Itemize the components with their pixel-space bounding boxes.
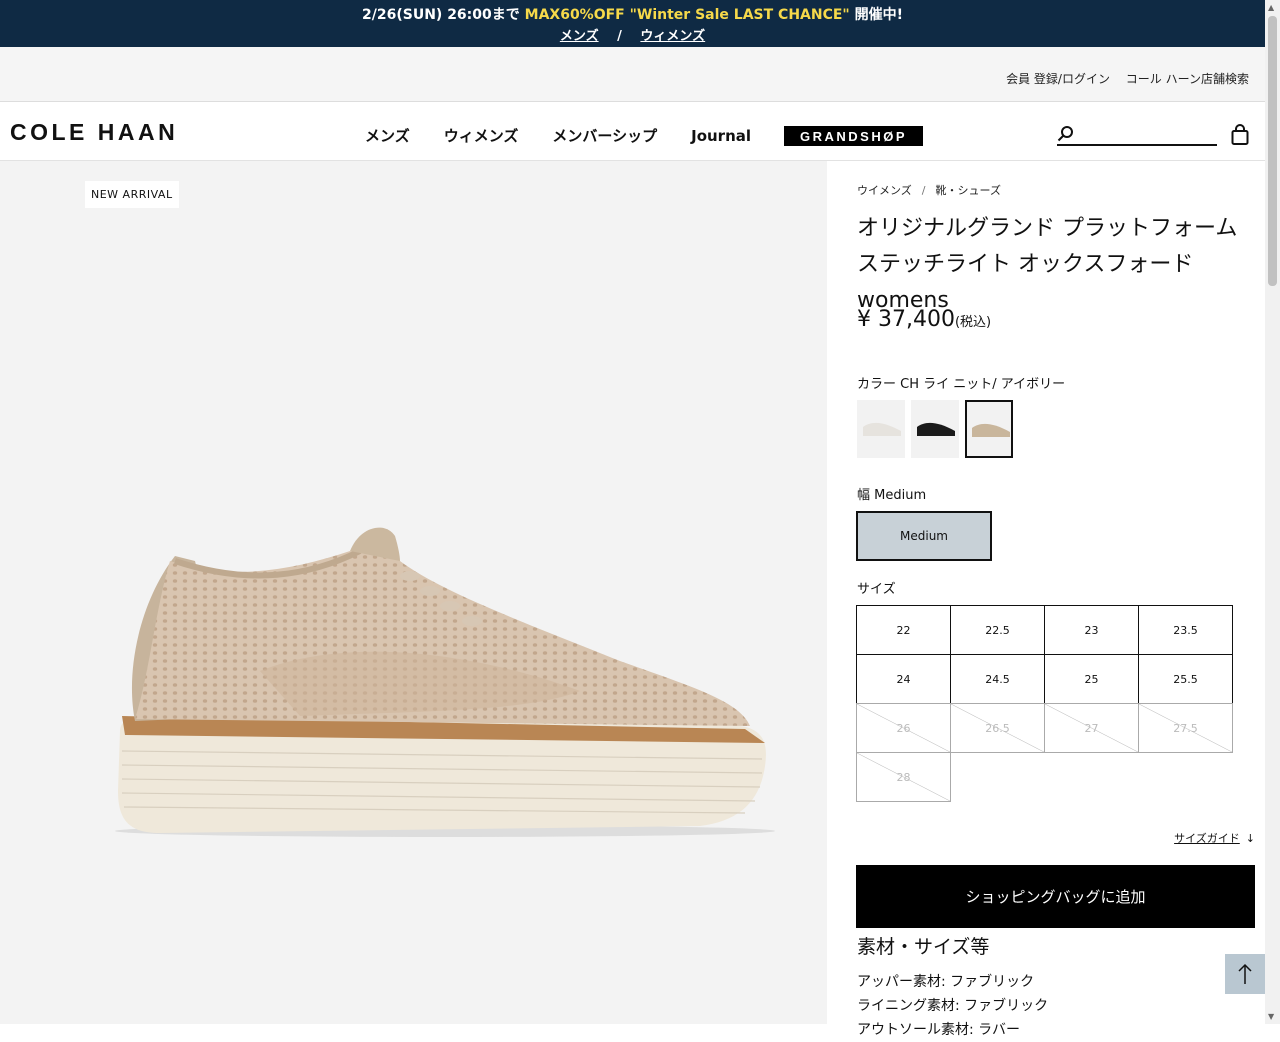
- promo-link-womens[interactable]: ウィメンズ: [640, 29, 705, 44]
- price-tax-note: (税込): [954, 315, 992, 330]
- promo-text: 2/26(SUN) 26:00まで MAX60%OFF "Winter Sale…: [0, 4, 1265, 24]
- promo-suffix: 開催中!: [849, 7, 903, 23]
- page-scrollbar[interactable]: ▲ ▼: [1265, 0, 1280, 1024]
- nav-item-membership[interactable]: メンバーシップ: [552, 125, 657, 146]
- shopping-bag-icon[interactable]: [1231, 124, 1249, 146]
- search-icon[interactable]: [1057, 125, 1075, 143]
- size-guide-label: サイズガイド: [1174, 832, 1240, 845]
- scroll-down-icon[interactable]: ▼: [1268, 1012, 1274, 1021]
- nav-item-grandshop[interactable]: GRANDSHØP: [784, 125, 924, 146]
- size-option-23[interactable]: 23: [1044, 605, 1139, 655]
- back-to-top-button[interactable]: [1225, 954, 1265, 994]
- color-swatches: [857, 400, 1019, 458]
- swatch-shoe-image: [863, 422, 901, 436]
- size-option-28: 28: [856, 752, 951, 802]
- utility-bar: 会員 登録/ログイン コール ハーン店舗検索: [0, 47, 1265, 102]
- size-label: サイズ: [857, 582, 896, 597]
- breadcrumb-womens[interactable]: ウイメンズ: [857, 184, 912, 197]
- width-option-medium[interactable]: Medium: [856, 511, 992, 561]
- product-title: オリジナルグランド プラットフォーム ステッチライト オックスフォード wome…: [857, 216, 1238, 313]
- search-input[interactable]: [1079, 124, 1215, 144]
- price-value: ¥ 37,400: [857, 307, 955, 332]
- product-image: [115, 527, 775, 837]
- arrow-up-icon: [1238, 963, 1252, 984]
- size-option-24.5[interactable]: 24.5: [950, 654, 1045, 704]
- size-option-27: 27: [1044, 703, 1139, 753]
- product-gallery: NEW ARRIVAL: [0, 161, 827, 1024]
- size-option-23.5[interactable]: 23.5: [1138, 605, 1233, 655]
- scrollbar-thumb[interactable]: [1268, 16, 1277, 286]
- spec-line: アウトソール素材: ラバー: [857, 1022, 1021, 1038]
- nav-item-womens[interactable]: ウィメンズ: [444, 125, 519, 146]
- scroll-up-icon[interactable]: ▲: [1268, 3, 1274, 12]
- main-nav: メンズ ウィメンズ メンバーシップ Journal GRANDSHØP: [365, 125, 957, 146]
- size-option-22[interactable]: 22: [856, 605, 951, 655]
- size-option-27.5: 27.5: [1138, 703, 1233, 753]
- login-link[interactable]: 会員 登録/ログイン: [1006, 72, 1110, 86]
- new-arrival-badge: NEW ARRIVAL: [85, 181, 179, 208]
- breadcrumb-shoes[interactable]: 靴・シューズ: [936, 184, 1001, 197]
- swatch-shoe-image: [972, 423, 1010, 437]
- size-option-25.5[interactable]: 25.5: [1138, 654, 1233, 704]
- color-swatch-ivory-white[interactable]: [857, 400, 905, 458]
- nav-item-mens[interactable]: メンズ: [365, 125, 410, 146]
- spec-line: ライニング素材: ファブリック: [857, 998, 1049, 1014]
- swatch-shoe-image: [917, 422, 955, 436]
- spec-heading: 素材・サイズ等: [857, 936, 990, 958]
- arrow-down-icon: ↓: [1245, 832, 1255, 845]
- size-option-25[interactable]: 25: [1044, 654, 1139, 704]
- promo-banner: 2/26(SUN) 26:00まで MAX60%OFF "Winter Sale…: [0, 0, 1265, 47]
- product-panel: ウイメンズ / 靴・シューズ オリジナルグランド プラットフォーム ステッチライト …: [827, 161, 1265, 1038]
- size-option-26: 26: [856, 703, 951, 753]
- color-swatch-selected[interactable]: [965, 400, 1013, 458]
- size-guide-link[interactable]: サイズガイド ↓: [1174, 830, 1255, 846]
- width-label: 幅 Medium: [857, 488, 927, 503]
- promo-highlight: MAX60%OFF "Winter Sale LAST CHANCE": [524, 7, 850, 23]
- promo-links: メンズ / ウィメンズ: [0, 25, 1265, 44]
- main-header: COLE HAAN メンズ ウィメンズ メンバーシップ Journal GRAN…: [0, 102, 1265, 161]
- brand-logo[interactable]: COLE HAAN: [10, 119, 178, 146]
- spec-line: アッパー素材: ファブリック: [857, 974, 1035, 990]
- promo-link-mens[interactable]: メンズ: [560, 29, 599, 44]
- size-option-26.5: 26.5: [950, 703, 1045, 753]
- size-option-24[interactable]: 24: [856, 654, 951, 704]
- spec-list: アッパー素材: ファブリック ライニング素材: ファブリック アウトソール素材:…: [857, 970, 1048, 1042]
- breadcrumb-separator: /: [921, 184, 926, 197]
- nav-item-journal[interactable]: Journal: [691, 127, 751, 145]
- breadcrumb: ウイメンズ / 靴・シューズ: [857, 182, 1001, 198]
- size-option-22.5[interactable]: 22.5: [950, 605, 1045, 655]
- search-box: [1057, 124, 1217, 146]
- store-search-link[interactable]: コール ハーン店舗検索: [1126, 72, 1249, 86]
- color-swatch-black[interactable]: [911, 400, 959, 458]
- add-to-bag-button[interactable]: ショッピングバッグに追加: [856, 865, 1255, 928]
- product-price: ¥ 37,400(税込): [857, 307, 991, 332]
- promo-separator: /: [617, 29, 622, 44]
- color-label: カラー CH ライ ニット/ アイボリー: [857, 377, 1066, 392]
- promo-prefix: 2/26(SUN) 26:00まで: [362, 7, 525, 23]
